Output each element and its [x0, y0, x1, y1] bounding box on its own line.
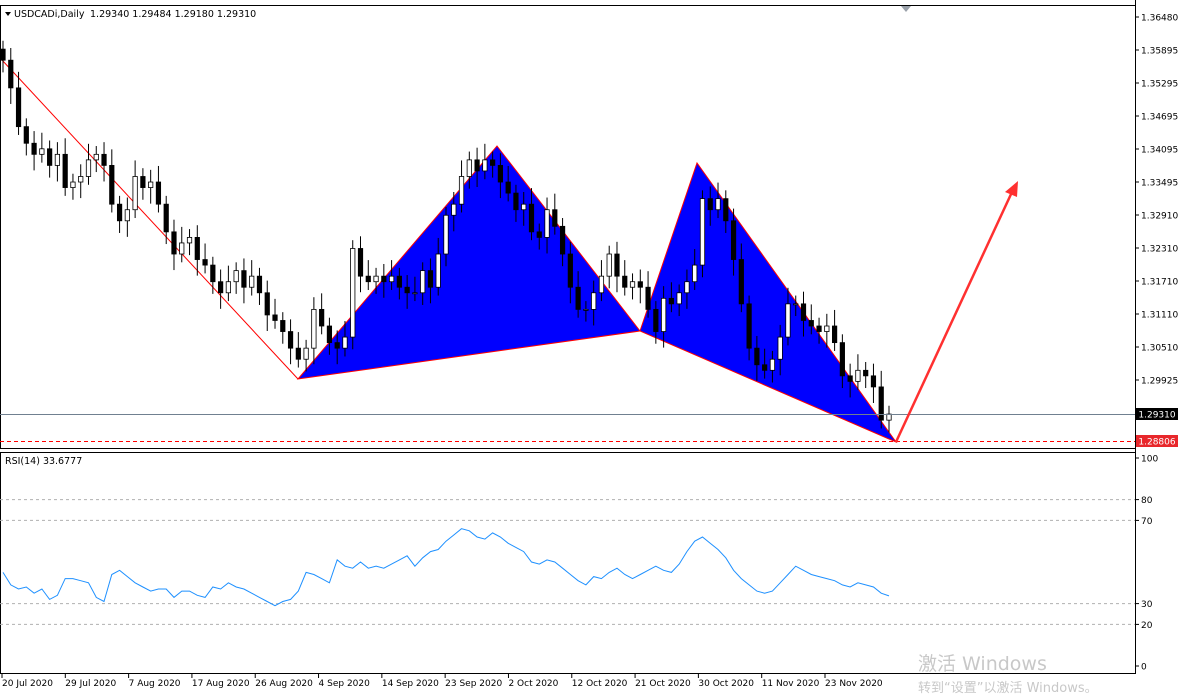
price-tick-label: 1.36480 — [1141, 14, 1178, 24]
symbol-label: USDCADi,Daily — [14, 9, 85, 20]
rsi-tick-label: 70 — [1141, 517, 1153, 527]
candle[interactable] — [350, 240, 356, 350]
price-tick-label: 1.29925 — [1141, 377, 1178, 387]
time-tick-label: 23 Sep 2020 — [445, 679, 502, 689]
price-tick-label: 1.31710 — [1141, 278, 1178, 288]
time-tick-label: 23 Nov 2020 — [825, 679, 883, 689]
rsi-tick-label: 30 — [1141, 600, 1153, 610]
price-tick-label: 1.32310 — [1141, 245, 1178, 255]
watermark-line2: 转到“设置”以激活 Windows。 — [918, 681, 1098, 694]
chart-canvas[interactable]: 1.36480 1.35895 1.35295 1.34695 1.34095 1.334… — [0, 0, 1182, 696]
time-tick-label: 17 Aug 2020 — [192, 679, 250, 689]
ohlc-label: 1.29340 1.29484 1.29180 1.29310 — [90, 9, 256, 20]
time-tick-label: 26 Aug 2020 — [255, 679, 313, 689]
price-tick-label: 1.34695 — [1141, 113, 1178, 123]
price-tick-label: 1.34095 — [1141, 146, 1178, 156]
time-tick-label: 20 Jul 2020 — [2, 679, 53, 689]
rsi-tick-label: 100 — [1141, 455, 1158, 465]
rsi-label: RSI(14) 33.6777 — [5, 456, 82, 467]
rsi-tick-label: 20 — [1141, 621, 1153, 631]
rsi-tick-label: 0 — [1141, 663, 1147, 673]
chart-header[interactable]: USDCADi,Daily 1.29340 1.29484 1.29180 1.… — [5, 9, 256, 20]
price-tick-label: 1.32910 — [1141, 212, 1178, 222]
time-tick-label: 11 Nov 2020 — [762, 679, 820, 689]
target-price-tag: 1.28806 — [1136, 435, 1178, 448]
time-tick-label: 4 Sep 2020 — [319, 679, 371, 689]
price-tick-label: 1.31110 — [1141, 311, 1178, 321]
chart-window: 1.36480 1.35895 1.35295 1.34695 1.34095 1.334… — [0, 0, 1182, 696]
time-tick-label: 29 Jul 2020 — [65, 679, 116, 689]
rsi-tick-label: 80 — [1141, 496, 1153, 506]
price-tick-label: 1.30510 — [1141, 344, 1178, 354]
candle[interactable] — [699, 190, 706, 278]
price-tick-label: 1.33495 — [1141, 179, 1178, 189]
watermark-line1: 激活 Windows — [918, 653, 1047, 675]
current-price-tag: 1.29310 — [1136, 408, 1178, 421]
target-price-text: 1.28806 — [1138, 438, 1175, 448]
current-price-text: 1.29310 — [1138, 411, 1175, 421]
time-tick-label: 21 Oct 2020 — [635, 679, 691, 689]
time-tick-label: 30 Oct 2020 — [698, 679, 754, 689]
time-tick-label: 12 Oct 2020 — [572, 679, 628, 689]
time-tick-label: 2 Oct 2020 — [508, 679, 558, 689]
time-tick-label: 7 Aug 2020 — [129, 679, 181, 689]
price-tick-label: 1.35895 — [1141, 47, 1178, 57]
price-tick-label: 1.35295 — [1141, 80, 1178, 90]
time-tick-label: 14 Sep 2020 — [382, 679, 439, 689]
